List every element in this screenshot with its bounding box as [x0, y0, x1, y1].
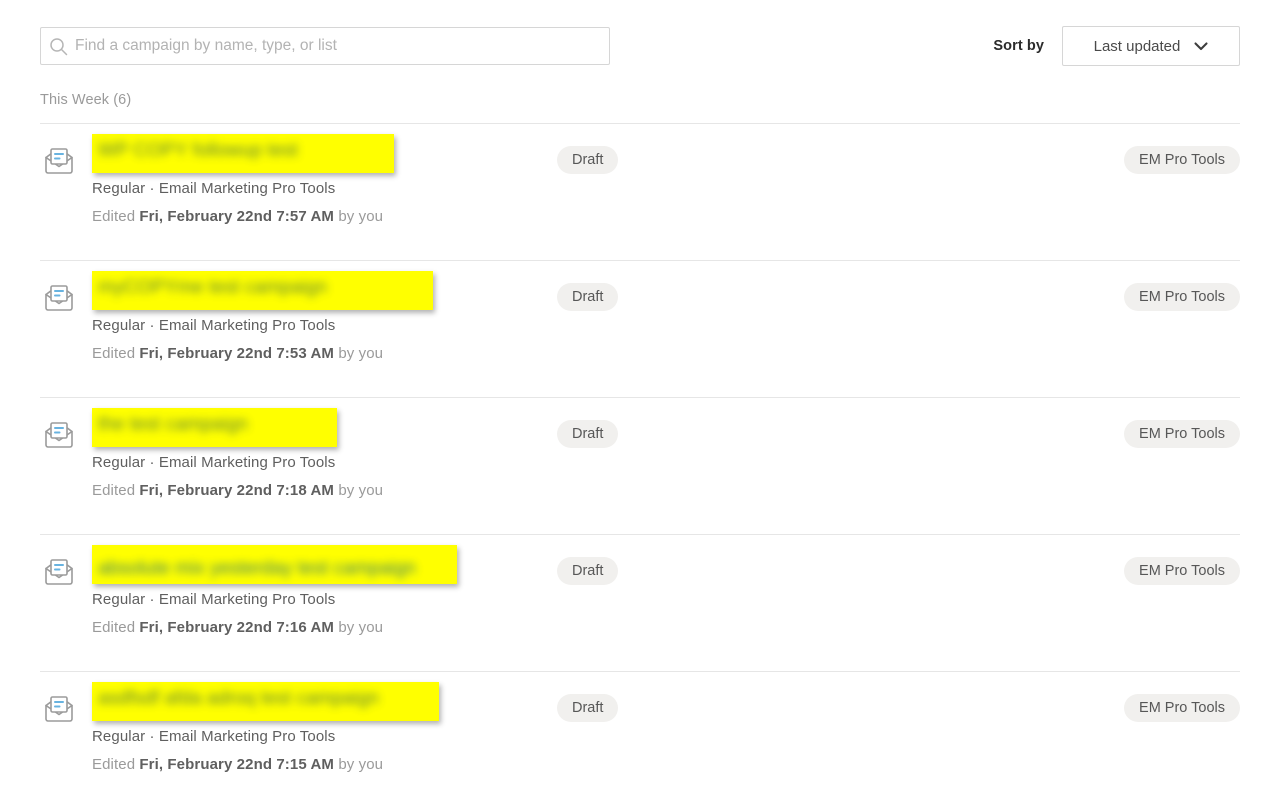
- audience-badge: EM Pro Tools: [1124, 283, 1240, 311]
- sort-selected-value: Last updated: [1093, 37, 1181, 55]
- campaign-edited-info: Edited Fri, February 22nd 7:53 AM by you: [92, 345, 1240, 362]
- campaign-title-redacted[interactable]: the test campaign: [92, 408, 337, 447]
- audience-badge: EM Pro Tools: [1124, 146, 1240, 174]
- campaigns-page: Sort by Last updated This Week (6) WP CO…: [0, 0, 1280, 800]
- campaign-row[interactable]: asdfsdf afda adroq test campaign Regular …: [40, 671, 1240, 800]
- section-header: This Week (6): [40, 92, 132, 108]
- campaign-title-redacted[interactable]: asdfsdf afda adroq test campaign: [92, 682, 439, 721]
- status-badge: Draft: [557, 146, 619, 174]
- audience-badge: EM Pro Tools: [1124, 420, 1240, 448]
- status-badge: Draft: [557, 283, 619, 311]
- campaign-row-main: absolute mix yesterday test campaign Regu…: [92, 535, 1240, 636]
- edited-prefix: Edited: [92, 345, 136, 362]
- sort-control: Sort by Last updated: [993, 26, 1240, 66]
- email-campaign-icon: [42, 144, 76, 178]
- chevron-down-icon: [1194, 41, 1208, 51]
- search-input[interactable]: [75, 28, 609, 64]
- status-badge: Draft: [557, 420, 619, 448]
- sort-dropdown[interactable]: Last updated: [1062, 26, 1240, 66]
- edited-timestamp: Fri, February 22nd 7:53 AM: [139, 345, 335, 362]
- campaign-title-redacted[interactable]: WP COPY followup test: [92, 134, 394, 173]
- campaign-list: WP COPY followup test Regular · Email Mar…: [40, 123, 1240, 800]
- email-campaign-icon: [42, 692, 76, 726]
- email-campaign-icon: [42, 555, 76, 589]
- campaign-edited-info: Edited Fri, February 22nd 7:15 AM by you: [92, 756, 1240, 773]
- campaign-row-main: the test campaign Regular · Email Marketi…: [92, 398, 1240, 499]
- edited-timestamp: Fri, February 22nd 7:16 AM: [139, 619, 335, 636]
- edited-author: by you: [338, 619, 384, 636]
- edited-timestamp: Fri, February 22nd 7:57 AM: [139, 208, 335, 225]
- campaign-title-text: myCOPYme test campaign: [98, 277, 328, 298]
- campaign-type: Regular · Email Marketing Pro Tools: [92, 317, 336, 334]
- campaign-title-text: asdfsdf afda adroq test campaign: [98, 688, 379, 709]
- search-icon: [41, 28, 75, 64]
- edited-author: by you: [338, 482, 384, 499]
- status-badge: Draft: [557, 694, 619, 722]
- campaign-title-redacted[interactable]: myCOPYme test campaign: [92, 271, 433, 310]
- edited-prefix: Edited: [92, 619, 136, 636]
- campaign-row[interactable]: absolute mix yesterday test campaign Regu…: [40, 534, 1240, 671]
- campaign-type: Regular · Email Marketing Pro Tools: [92, 728, 336, 745]
- campaign-title-text: absolute mix yesterday test campaign: [98, 558, 416, 579]
- campaign-title-text: WP COPY followup test: [98, 140, 298, 161]
- campaign-row[interactable]: myCOPYme test campaign Regular · Email Ma…: [40, 260, 1240, 397]
- campaign-row-main: asdfsdf afda adroq test campaign Regular …: [92, 672, 1240, 773]
- campaign-row[interactable]: WP COPY followup test Regular · Email Mar…: [40, 123, 1240, 260]
- edited-author: by you: [338, 345, 384, 362]
- edited-author: by you: [338, 208, 384, 225]
- campaign-edited-info: Edited Fri, February 22nd 7:18 AM by you: [92, 482, 1240, 499]
- status-badge: Draft: [557, 557, 619, 585]
- campaign-edited-info: Edited Fri, February 22nd 7:57 AM by you: [92, 208, 1240, 225]
- campaign-row-main: WP COPY followup test Regular · Email Mar…: [92, 124, 1240, 225]
- campaign-edited-info: Edited Fri, February 22nd 7:16 AM by you: [92, 619, 1240, 636]
- edited-prefix: Edited: [92, 756, 136, 773]
- campaigns-toolbar: Sort by Last updated: [0, 0, 1280, 92]
- search-box[interactable]: [40, 27, 610, 65]
- campaign-type: Regular · Email Marketing Pro Tools: [92, 454, 336, 471]
- campaign-type: Regular · Email Marketing Pro Tools: [92, 180, 336, 197]
- campaign-row[interactable]: the test campaign Regular · Email Marketi…: [40, 397, 1240, 534]
- campaign-row-main: myCOPYme test campaign Regular · Email Ma…: [92, 261, 1240, 362]
- email-campaign-icon: [42, 418, 76, 452]
- email-campaign-icon: [42, 281, 76, 315]
- edited-prefix: Edited: [92, 482, 136, 499]
- campaign-title-redacted[interactable]: absolute mix yesterday test campaign: [92, 545, 457, 584]
- edited-author: by you: [338, 756, 384, 773]
- campaign-type: Regular · Email Marketing Pro Tools: [92, 591, 336, 608]
- edited-timestamp: Fri, February 22nd 7:18 AM: [139, 482, 335, 499]
- audience-badge: EM Pro Tools: [1124, 557, 1240, 585]
- edited-prefix: Edited: [92, 208, 136, 225]
- sort-by-label: Sort by: [993, 38, 1044, 54]
- audience-badge: EM Pro Tools: [1124, 694, 1240, 722]
- edited-timestamp: Fri, February 22nd 7:15 AM: [139, 756, 335, 773]
- campaign-title-text: the test campaign: [98, 414, 248, 435]
